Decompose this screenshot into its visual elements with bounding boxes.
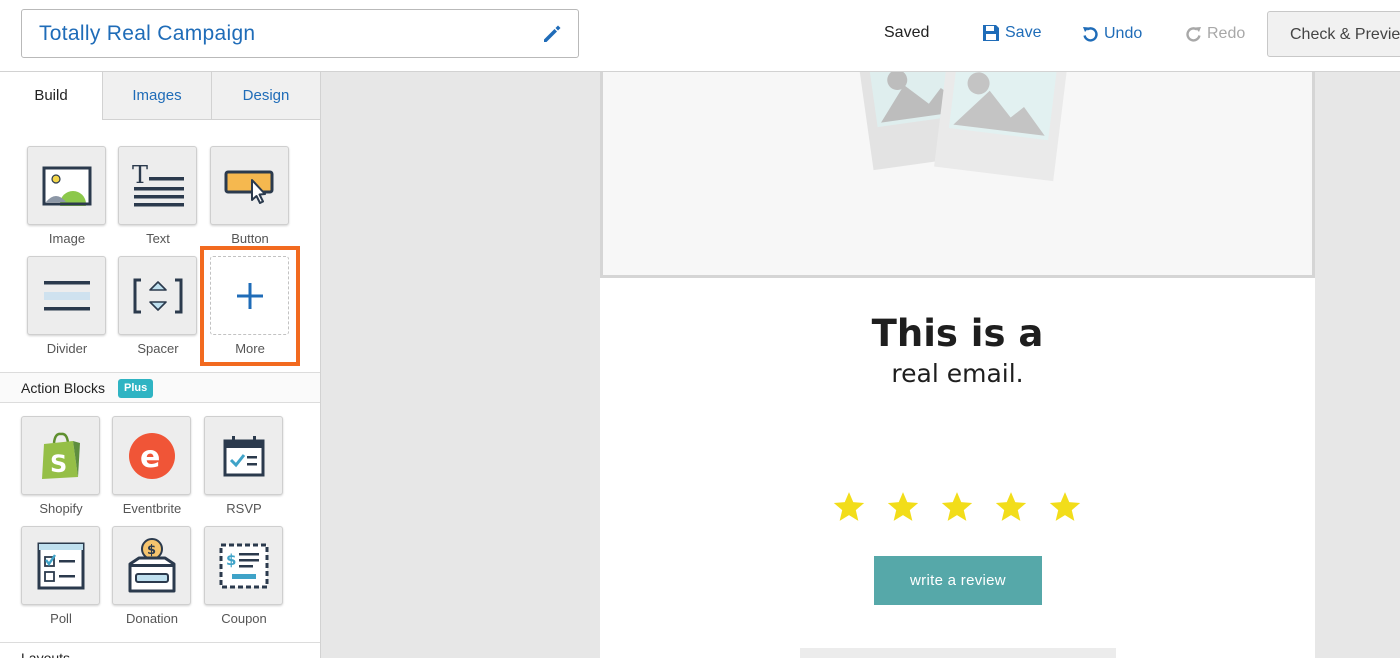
- block-tile[interactable]: $: [204, 526, 283, 605]
- more-highlight-frame: [200, 246, 300, 366]
- block-label: Coupon: [221, 611, 267, 626]
- email-subline[interactable]: real email.: [600, 359, 1315, 388]
- calendar-check-icon: [223, 435, 264, 476]
- star-icon[interactable]: [940, 490, 974, 524]
- check-preview-button[interactable]: Check & Preview: [1267, 11, 1400, 57]
- tab-build[interactable]: Build: [0, 72, 103, 120]
- text-icon: T: [132, 163, 184, 206]
- block-tile[interactable]: [204, 416, 283, 495]
- action-block-donation[interactable]: $ Donation: [112, 526, 192, 626]
- block-divider[interactable]: Divider: [27, 256, 107, 356]
- poll-icon: [37, 542, 84, 589]
- sidebar-tabs: Build Images Design: [0, 72, 320, 120]
- block-spacer[interactable]: Spacer: [118, 256, 198, 356]
- block-label: Poll: [50, 611, 72, 626]
- plus-badge: Plus: [118, 379, 154, 398]
- block-label: Image: [48, 231, 86, 246]
- undo-button[interactable]: Undo: [1082, 25, 1142, 43]
- shopify-icon: S: [41, 432, 80, 479]
- block-tile[interactable]: $: [112, 526, 191, 605]
- svg-text:T: T: [132, 163, 148, 189]
- top-toolbar: Totally Real Campaign Saved Save Undo Re…: [0, 0, 1400, 72]
- block-label: Donation: [125, 611, 179, 626]
- block-text[interactable]: T Text: [118, 146, 198, 246]
- save-button[interactable]: Save: [982, 24, 1041, 42]
- image-placeholder-icon: [855, 72, 1068, 182]
- spacer-icon: [133, 278, 182, 313]
- donation-icon: $: [128, 537, 175, 592]
- campaign-name-text: Totally Real Campaign: [39, 22, 256, 45]
- svg-text:e: e: [140, 440, 160, 475]
- star-icon[interactable]: [1048, 490, 1082, 524]
- tab-images[interactable]: Images: [103, 72, 212, 120]
- svg-text:$: $: [226, 551, 236, 569]
- block-label: Spacer: [137, 341, 179, 356]
- block-tile[interactable]: [27, 146, 106, 225]
- block-label: RSVP: [226, 501, 262, 516]
- star-rating[interactable]: [832, 490, 1082, 524]
- eventbrite-icon: e: [128, 432, 175, 479]
- block-tile[interactable]: [210, 146, 289, 225]
- block-label: Divider: [46, 341, 88, 356]
- star-icon[interactable]: [994, 490, 1028, 524]
- button-cursor-icon: [224, 170, 273, 204]
- block-tile[interactable]: [21, 526, 100, 605]
- svg-text:S: S: [50, 450, 67, 478]
- undo-icon: [1083, 26, 1098, 42]
- redo-button[interactable]: Redo: [1185, 25, 1245, 43]
- save-label: Save: [1005, 24, 1042, 41]
- divider-icon: [43, 280, 90, 310]
- undo-label: Undo: [1104, 25, 1143, 42]
- block-label: Text: [146, 231, 170, 246]
- block-tile[interactable]: [118, 256, 197, 335]
- email-preview: This is a real email. write a review: [600, 72, 1315, 658]
- image-placeholder-block[interactable]: [600, 72, 1315, 278]
- block-tile[interactable]: S: [21, 416, 100, 495]
- write-review-button[interactable]: write a review: [874, 556, 1042, 605]
- star-icon[interactable]: [832, 490, 866, 524]
- star-icon[interactable]: [886, 490, 920, 524]
- campaign-name-field[interactable]: Totally Real Campaign: [21, 9, 579, 58]
- redo-icon: [1186, 26, 1201, 42]
- action-blocks-title: Action Blocks: [21, 380, 106, 396]
- pencil-icon[interactable]: [540, 22, 564, 46]
- action-block-eventbrite[interactable]: e Eventbrite: [112, 416, 192, 516]
- block-tile[interactable]: T: [118, 146, 197, 225]
- block-tile[interactable]: e: [112, 416, 191, 495]
- block-label: Shopify: [39, 501, 83, 516]
- saved-status: Saved: [884, 24, 930, 41]
- sidebar: Build Images Design Image T Text Button …: [0, 72, 321, 658]
- layouts-header: Layouts: [0, 642, 320, 658]
- redo-label: Redo: [1207, 25, 1246, 42]
- action-block-shopify[interactable]: S Shopify: [21, 416, 101, 516]
- action-block-rsvp[interactable]: RSVP: [204, 416, 284, 516]
- layouts-title: Layouts: [21, 650, 71, 658]
- action-block-poll[interactable]: Poll: [21, 526, 101, 626]
- svg-text:$: $: [147, 543, 156, 558]
- block-button[interactable]: Button: [210, 146, 290, 246]
- block-label: Button: [231, 231, 269, 246]
- image-icon: [42, 166, 91, 206]
- next-content-block[interactable]: [800, 648, 1116, 658]
- tab-design[interactable]: Design: [212, 72, 320, 120]
- block-tile[interactable]: [27, 256, 106, 335]
- floppy-disk-icon: [983, 25, 999, 41]
- action-blocks-header: Action Blocks Plus: [0, 372, 320, 403]
- action-block-coupon[interactable]: $ Coupon: [204, 526, 284, 626]
- block-image[interactable]: Image: [27, 146, 107, 246]
- email-canvas: This is a real email. write a review: [321, 72, 1400, 658]
- coupon-icon: $: [219, 543, 268, 588]
- block-label: Eventbrite: [122, 501, 182, 516]
- email-headline[interactable]: This is a: [600, 312, 1315, 355]
